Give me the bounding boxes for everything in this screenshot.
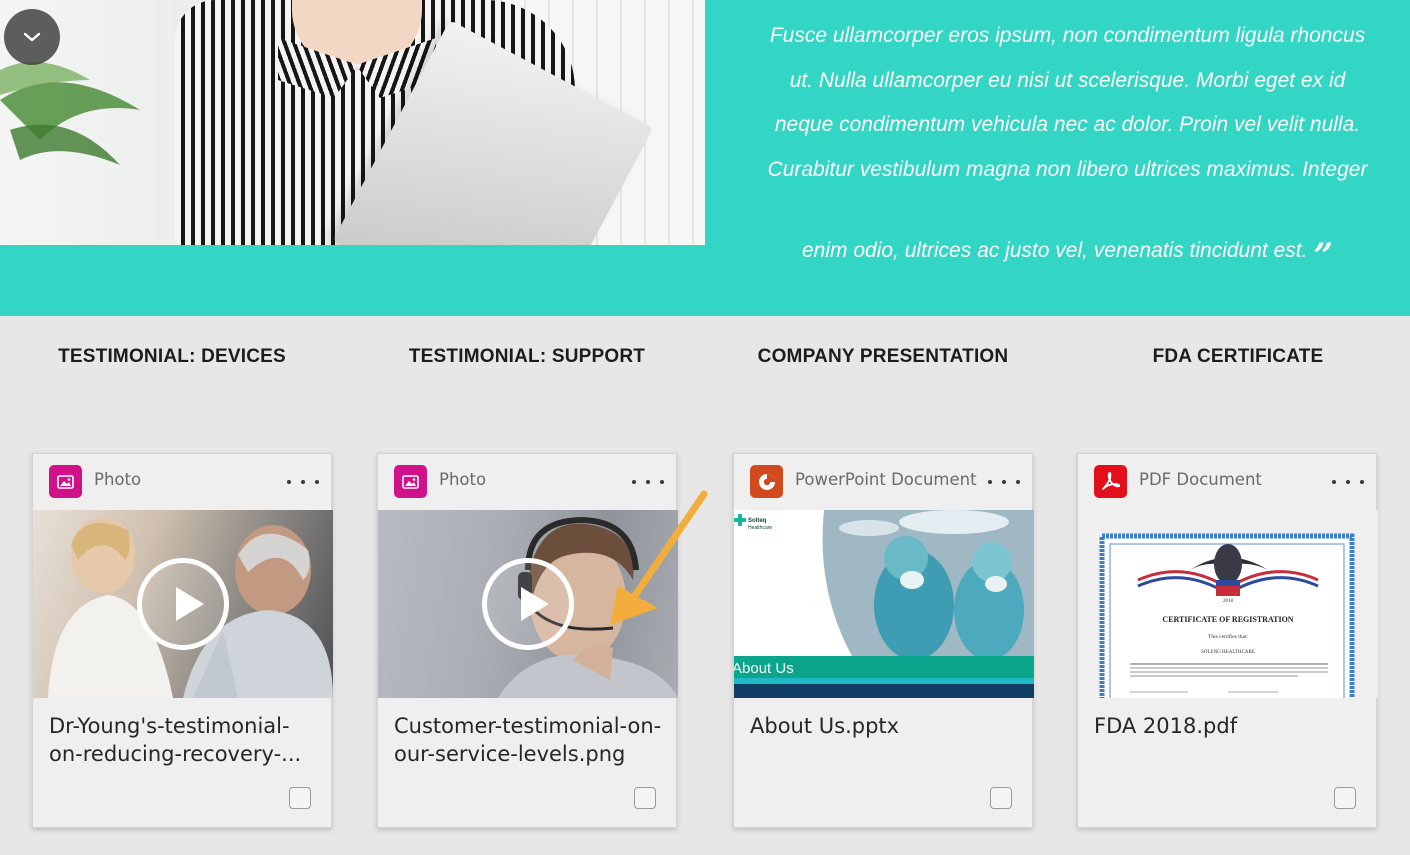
card-title[interactable]: FDA 2018.pdf [1094,712,1362,774]
quote-line: Fusce ullamcorper eros ipsum, non condim… [769,24,1366,47]
asset-card[interactable]: Photo Customer-testimonial-on-our-servic… [377,453,678,828]
video-thumbnail[interactable] [33,510,333,698]
asset-card[interactable]: PowerPoint Document Solteq Healthcare Ab… [733,453,1034,828]
certificate-company: SOLENG HEALTHCARE [1201,650,1255,655]
image-icon [394,465,427,498]
testimonial-quote: Fusce ullamcorper eros ipsum, non condim… [735,14,1400,274]
column-heading-presentation: COMPANY PRESENTATION [757,346,1009,367]
asset-card[interactable]: Photo Dr-Young's-testimonial-on-reducing… [32,453,333,828]
card-header: PowerPoint Document [734,454,1032,510]
slide-preview: Solteq Healthcare About Us [734,510,1034,698]
select-checkbox[interactable] [990,787,1012,809]
card-type-label: PDF Document [1139,470,1262,489]
video-thumbnail[interactable] [378,510,678,698]
certificate-preview: 2018 CERTIFICATE OF REGISTRATION This ce… [1099,533,1355,698]
card-title[interactable]: About Us.pptx [750,712,1018,774]
asset-card[interactable]: PDF Document 2018 CERTIFICATE OF REGISTR… [1077,453,1378,828]
certificate-title: CERTIFICATE OF REGISTRATION [1162,615,1293,624]
select-checkbox[interactable] [1334,787,1356,809]
certificate-certifies: This certifies that: [1208,633,1248,640]
image-icon [49,465,82,498]
select-checkbox[interactable] [634,787,656,809]
select-checkbox[interactable] [289,787,311,809]
quote-line: enim odio, ultrices ac justo vel, venena… [735,229,1400,274]
card-type-label: Photo [439,470,487,489]
quote-last-line: enim odio, ultrices ac justo vel, venena… [802,239,1308,262]
more-options-button[interactable] [632,475,664,489]
card-header: Photo [33,454,331,510]
column-heading-support: TESTIMONIAL: SUPPORT [408,346,646,367]
quote-line: Curabitur vestibulum magna non libero ul… [767,157,1368,181]
slide-logo-text: Solteq [748,518,767,524]
play-icon[interactable] [482,558,574,650]
collapse-button[interactable] [4,9,60,65]
card-title[interactable]: Dr-Young's-testimonial-on-reducing-recov… [49,712,317,774]
pdf-icon [1094,465,1127,498]
certificate-year: 2018 [1223,599,1234,604]
testimonial-hero: Fusce ullamcorper eros ipsum, non condim… [0,0,1410,316]
quote-line: neque condimentum vehicula nec ac dolor.… [774,113,1361,136]
more-options-button[interactable] [1332,475,1364,489]
powerpoint-icon [750,465,783,498]
column-heading-fda: FDA CERTIFICATE [1152,346,1324,367]
slide-banner-text: About Us [734,660,794,677]
play-icon[interactable] [137,558,229,650]
card-header: PDF Document [1078,454,1376,510]
more-options-button[interactable] [287,475,319,489]
close-quote-icon: ” [1313,236,1333,276]
column-heading-devices: TESTIMONIAL: DEVICES [58,346,286,367]
presentation-thumbnail[interactable]: Solteq Healthcare About Us [734,510,1034,698]
quote-line: ut. Nulla ullamcorper eu nisi ut sceleri… [789,68,1346,92]
card-title[interactable]: Customer-testimonial-on-our-service-leve… [394,712,662,774]
chevron-down-icon [23,32,41,42]
more-options-button[interactable] [988,475,1020,489]
hero-photo [0,0,705,245]
svg-text:Healthcare: Healthcare [748,525,772,531]
card-header: Photo [378,454,676,510]
pdf-thumbnail[interactable]: 2018 CERTIFICATE OF REGISTRATION This ce… [1078,510,1378,698]
card-type-label: PowerPoint Document [795,470,977,489]
card-type-label: Photo [94,470,142,489]
